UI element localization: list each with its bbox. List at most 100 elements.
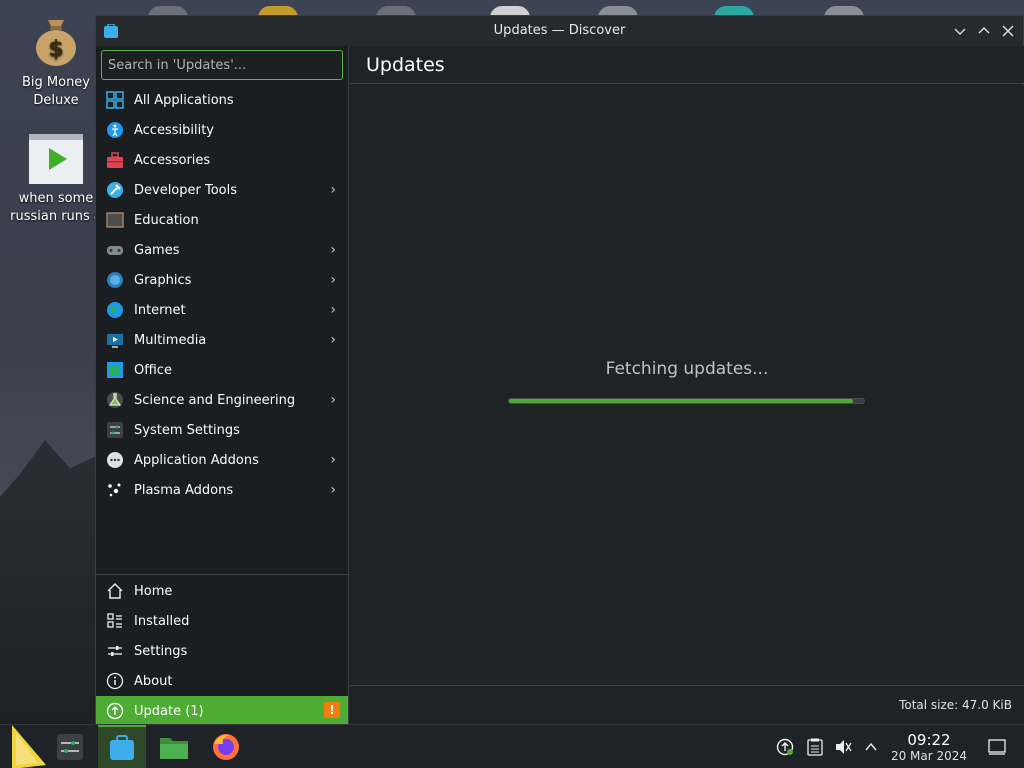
nav-home[interactable]: Home xyxy=(96,576,348,606)
bottom-nav: Home Installed Settings About Update (1)… xyxy=(96,574,348,726)
sidebar: Search in 'Updates'... All Applications … xyxy=(96,46,349,726)
settings-icon xyxy=(106,642,124,660)
search-input[interactable]: Search in 'Updates'... xyxy=(101,50,343,80)
category-graphics[interactable]: Graphics › xyxy=(96,265,348,295)
update-notifier-icon[interactable] xyxy=(776,738,794,756)
desktop-icon-big-money-deluxe[interactable]: $ Big Money Deluxe xyxy=(8,12,104,110)
money-bag-icon: $ xyxy=(32,12,80,68)
toolbox-icon xyxy=(106,151,124,169)
desktop-icon-label: Big Money xyxy=(21,75,90,90)
category-label: Multimedia xyxy=(134,332,207,348)
firefox-icon xyxy=(213,734,239,760)
chevron-right-icon: › xyxy=(330,392,336,408)
launcher-icon xyxy=(12,725,46,768)
show-desktop-button[interactable] xyxy=(988,738,1006,756)
chevron-right-icon: › xyxy=(330,452,336,468)
nav-label: About xyxy=(134,673,173,689)
task-firefox[interactable] xyxy=(204,725,248,768)
category-internet[interactable]: Internet › xyxy=(96,295,348,325)
chevron-right-icon: › xyxy=(330,242,336,258)
system-settings-icon xyxy=(57,734,83,760)
volume-muted-icon[interactable] xyxy=(834,738,852,756)
category-science-engineering[interactable]: Science and Engineering › xyxy=(96,385,348,415)
category-games[interactable]: Games › xyxy=(96,235,348,265)
nav-label: Settings xyxy=(134,643,188,659)
multimedia-icon xyxy=(106,331,124,349)
category-office[interactable]: Office xyxy=(96,355,348,385)
category-label: Developer Tools xyxy=(134,182,238,198)
globe-icon xyxy=(106,301,124,319)
category-multimedia[interactable]: Multimedia › xyxy=(96,325,348,355)
window-titlebar[interactable]: Updates — Discover xyxy=(96,16,1023,46)
category-label: Internet xyxy=(134,302,186,318)
chevron-down-icon xyxy=(954,28,966,35)
accessibility-icon xyxy=(106,121,124,139)
warning-badge: ! xyxy=(324,702,340,718)
desktop-icon-label: russian runs a xyxy=(10,209,102,224)
clock-time: 09:22 xyxy=(907,731,951,749)
addons-icon xyxy=(106,451,124,469)
hammer-icon xyxy=(106,181,124,199)
app-launcher-button[interactable] xyxy=(4,725,48,768)
category-all-applications[interactable]: All Applications xyxy=(96,85,348,115)
svg-text:$: $ xyxy=(48,37,63,62)
update-icon xyxy=(106,702,124,720)
flask-icon xyxy=(106,391,124,409)
video-file-icon xyxy=(29,134,83,184)
desktop-icon-label: when some xyxy=(18,191,94,206)
category-label: Games xyxy=(134,242,180,258)
nav-label: Home xyxy=(134,583,173,599)
chevron-right-icon: › xyxy=(330,272,336,288)
task-discover[interactable] xyxy=(98,725,146,768)
chevron-right-icon: › xyxy=(330,182,336,198)
nav-update[interactable]: Update (1) ! xyxy=(96,696,348,726)
info-icon xyxy=(106,672,124,690)
chevron-up-icon[interactable] xyxy=(862,738,880,756)
category-label: All Applications xyxy=(134,92,234,108)
category-label: System Settings xyxy=(134,422,240,438)
gamepad-icon xyxy=(106,241,124,259)
nav-settings[interactable]: Settings xyxy=(96,636,348,666)
task-system-settings[interactable] xyxy=(50,725,90,768)
office-icon xyxy=(106,361,124,379)
category-list: All Applications Accessibility Accessori… xyxy=(96,85,348,505)
grid-icon xyxy=(106,91,124,109)
clipboard-icon[interactable] xyxy=(806,738,824,756)
nav-installed[interactable]: Installed xyxy=(96,606,348,636)
category-education[interactable]: Education xyxy=(96,205,348,235)
discover-icon xyxy=(110,735,134,760)
discover-window: Updates — Discover Search in 'Updates'..… xyxy=(95,15,1024,726)
close-icon xyxy=(1002,25,1014,37)
close-button[interactable] xyxy=(999,22,1017,40)
chevron-right-icon: › xyxy=(330,302,336,318)
category-label: Science and Engineering xyxy=(134,392,296,408)
progress-bar xyxy=(508,398,865,404)
desktop-top-icons xyxy=(140,0,1024,18)
category-label: Plasma Addons xyxy=(134,482,234,498)
clock[interactable]: 09:22 20 Mar 2024 xyxy=(888,731,970,763)
category-developer-tools[interactable]: Developer Tools › xyxy=(96,175,348,205)
category-application-addons[interactable]: Application Addons › xyxy=(96,445,348,475)
chevron-up-icon xyxy=(978,27,990,34)
window-title: Updates — Discover xyxy=(493,23,626,38)
desktop-icon-label: Deluxe xyxy=(33,93,79,108)
updates-content: Fetching updates... xyxy=(350,85,1024,685)
minimize-button[interactable] xyxy=(951,22,969,40)
plasma-icon xyxy=(106,481,124,499)
category-accessories[interactable]: Accessories xyxy=(96,145,348,175)
category-accessibility[interactable]: Accessibility xyxy=(96,115,348,145)
desktop-icon-video[interactable]: when some russian runs a xyxy=(8,134,104,226)
category-plasma-addons[interactable]: Plasma Addons › xyxy=(96,475,348,505)
maximize-button[interactable] xyxy=(975,22,993,40)
category-label: Graphics xyxy=(134,272,192,288)
chevron-right-icon: › xyxy=(330,332,336,348)
category-label: Education xyxy=(134,212,199,228)
nav-about[interactable]: About xyxy=(96,666,348,696)
category-label: Accessories xyxy=(134,152,211,168)
task-file-manager[interactable] xyxy=(152,725,196,768)
wallpaper-mountain xyxy=(0,440,100,724)
category-label: Accessibility xyxy=(134,122,214,138)
folder-icon xyxy=(160,738,188,759)
updates-footer: Total size: 47.0 KiB xyxy=(350,685,1024,725)
category-system-settings[interactable]: System Settings xyxy=(96,415,348,445)
